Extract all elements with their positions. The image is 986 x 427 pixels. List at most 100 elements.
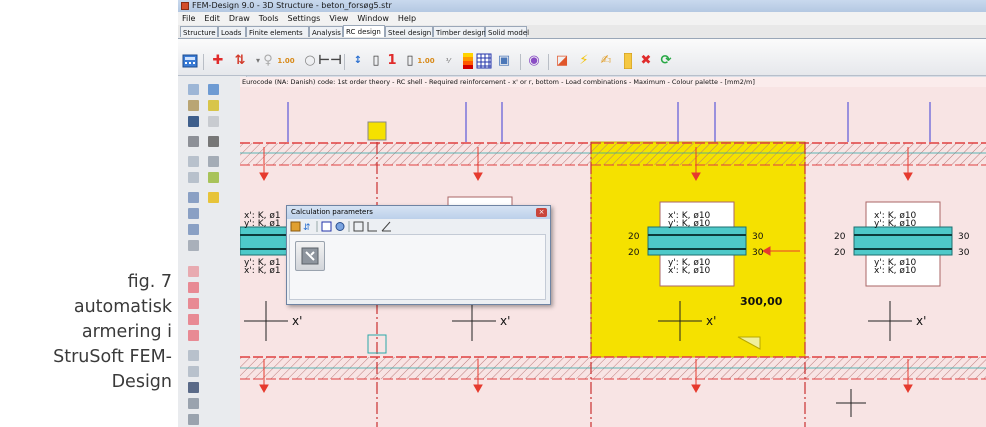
layers-icon[interactable] bbox=[208, 156, 219, 167]
menu-window[interactable]: Window bbox=[353, 12, 394, 25]
dimension-icon[interactable] bbox=[188, 398, 199, 409]
rebar-value: 20 bbox=[834, 248, 846, 258]
arc-icon[interactable] bbox=[188, 314, 199, 325]
ruler-icon[interactable] bbox=[620, 53, 636, 69]
axis-label: x' bbox=[292, 314, 302, 328]
one-icon[interactable]: 1 bbox=[384, 53, 400, 69]
paste-icon[interactable] bbox=[188, 224, 199, 235]
cube-icon[interactable] bbox=[188, 366, 199, 377]
box-icon[interactable] bbox=[188, 350, 199, 361]
point-icon[interactable] bbox=[188, 266, 199, 277]
ruler-icon[interactable]: ▯ bbox=[368, 53, 384, 69]
calculation-parameters-dialog[interactable]: Calculation parameters × ⇵ bbox=[286, 205, 551, 305]
rectangle-icon[interactable] bbox=[188, 298, 199, 309]
toolbar-separator bbox=[548, 54, 549, 70]
figure-caption: fig. 7 automatisk armering i StruSoft FE… bbox=[0, 270, 172, 395]
number-icon[interactable]: 1.00 bbox=[277, 53, 294, 69]
status-info-text: Eurocode (NA: Danish) code: 1st order th… bbox=[240, 77, 986, 87]
tab-finite-elements[interactable]: Finite elements bbox=[246, 26, 309, 37]
tool-icon[interactable] bbox=[188, 240, 199, 251]
wrench-icon bbox=[301, 247, 319, 265]
ruler-icon[interactable]: ▯ bbox=[402, 53, 418, 69]
app-icon bbox=[181, 2, 189, 10]
tab-rc-design[interactable]: RC design bbox=[343, 25, 385, 37]
tab-timber-design[interactable]: Timber design bbox=[433, 26, 486, 37]
grid-icon[interactable] bbox=[476, 53, 492, 69]
rebar-value: 30 bbox=[752, 248, 764, 258]
result-value: 300,00 bbox=[740, 295, 783, 308]
palette-icon[interactable] bbox=[460, 53, 476, 69]
line-icon[interactable] bbox=[188, 282, 199, 293]
text-icon[interactable] bbox=[188, 382, 199, 393]
settings-icon[interactable]: ◉ bbox=[526, 53, 542, 69]
layout-icon[interactable] bbox=[208, 172, 219, 183]
menu-help[interactable]: Help bbox=[394, 12, 421, 25]
rc-design-toolbar: ✚ ⇅ ▾ ♀ 1.00 ○ ⊢⊣ ↕ ▯ 1 ▯ 1.00 ⅟ ▣ ◉ ◪ ⚡… bbox=[178, 39, 986, 76]
refresh-icon[interactable]: ⟳ bbox=[658, 53, 674, 69]
pin-icon[interactable] bbox=[208, 136, 219, 147]
circle-icon[interactable] bbox=[188, 330, 199, 341]
menu-view[interactable]: View bbox=[325, 12, 353, 25]
dimension-icon[interactable]: ⊢⊣ bbox=[318, 53, 342, 69]
hand-icon bbox=[290, 221, 301, 232]
print-icon[interactable] bbox=[188, 136, 199, 147]
copy-icon[interactable] bbox=[188, 208, 199, 219]
tab-solid-model[interactable]: Solid model bbox=[485, 26, 529, 37]
canvas-label: x': K, ø1 bbox=[244, 266, 281, 276]
menu-edit[interactable]: Edit bbox=[200, 12, 225, 25]
delete-icon[interactable]: ✖ bbox=[638, 53, 654, 69]
save-icon[interactable] bbox=[188, 116, 199, 127]
drawing-tools-sidebar bbox=[178, 76, 247, 427]
layers-icon[interactable]: ◪ bbox=[554, 53, 570, 69]
redo-icon[interactable] bbox=[188, 172, 199, 183]
bulb-icon[interactable]: ♀ bbox=[260, 53, 276, 69]
dialog-body bbox=[289, 234, 546, 300]
wrench-button[interactable] bbox=[295, 241, 325, 271]
menu-file[interactable]: File bbox=[178, 12, 200, 25]
fraction-icon[interactable]: ⅟ bbox=[440, 53, 456, 69]
page-icon[interactable] bbox=[208, 116, 219, 127]
reinforcement-beam bbox=[647, 226, 747, 256]
close-button[interactable]: × bbox=[536, 208, 547, 217]
wall-top bbox=[240, 143, 986, 165]
home-icon[interactable] bbox=[188, 84, 199, 95]
title-bar: FEM-Design 9.0 - 3D Structure - beton_fo… bbox=[178, 0, 986, 12]
lightning-icon[interactable]: ⚡ bbox=[576, 53, 592, 69]
arrows-icon[interactable]: ⇅ bbox=[232, 53, 248, 69]
view-icon[interactable] bbox=[208, 84, 219, 95]
table-icon[interactable] bbox=[188, 414, 199, 425]
rebar-value: 20 bbox=[834, 232, 846, 242]
sort-icon[interactable]: ↕ bbox=[350, 53, 366, 69]
cut-icon[interactable] bbox=[188, 192, 199, 203]
hand-icon[interactable]: ✍ bbox=[598, 53, 614, 69]
support-marker bbox=[367, 121, 387, 141]
menu-tools[interactable]: Tools bbox=[255, 12, 284, 25]
add-icon[interactable]: ✚ bbox=[210, 53, 226, 69]
rebar-value: 20 bbox=[628, 232, 640, 242]
dialog-title: Calculation parameters bbox=[291, 208, 373, 216]
zoom-icon[interactable]: ○ bbox=[302, 53, 318, 69]
tab-analysis[interactable]: Analysis bbox=[309, 26, 343, 37]
menu-settings[interactable]: Settings bbox=[284, 12, 326, 25]
caption-line: StruSoft FEM- bbox=[53, 347, 172, 367]
folder-icon[interactable] bbox=[208, 192, 219, 203]
tab-loads[interactable]: Loads bbox=[218, 26, 246, 37]
dialog-title-bar[interactable]: Calculation parameters × bbox=[287, 206, 550, 219]
canvas-label: y': K, ø10 bbox=[668, 219, 711, 229]
tab-structure[interactable]: Structure bbox=[180, 26, 218, 37]
rebar-value: 30 bbox=[958, 232, 970, 242]
number-icon[interactable]: 1.00 bbox=[417, 53, 434, 69]
module-tab-bar: Structure Loads Finite elements Analysis… bbox=[178, 25, 986, 39]
reinforcement-beam bbox=[240, 226, 291, 256]
open-icon[interactable] bbox=[188, 100, 199, 111]
toolbar-separator bbox=[344, 54, 345, 70]
menu-draw[interactable]: Draw bbox=[225, 12, 255, 25]
display-icon[interactable]: ▣ bbox=[496, 53, 512, 69]
help-icon[interactable] bbox=[208, 100, 219, 111]
calculator-icon[interactable] bbox=[182, 53, 198, 69]
tab-steel-design[interactable]: Steel design bbox=[385, 26, 433, 37]
undo-icon[interactable] bbox=[188, 156, 199, 167]
canvas-label: x': K, ø10 bbox=[874, 266, 917, 276]
angle-icon bbox=[381, 221, 391, 232]
canvas-label: y': K, ø10 bbox=[874, 219, 917, 229]
